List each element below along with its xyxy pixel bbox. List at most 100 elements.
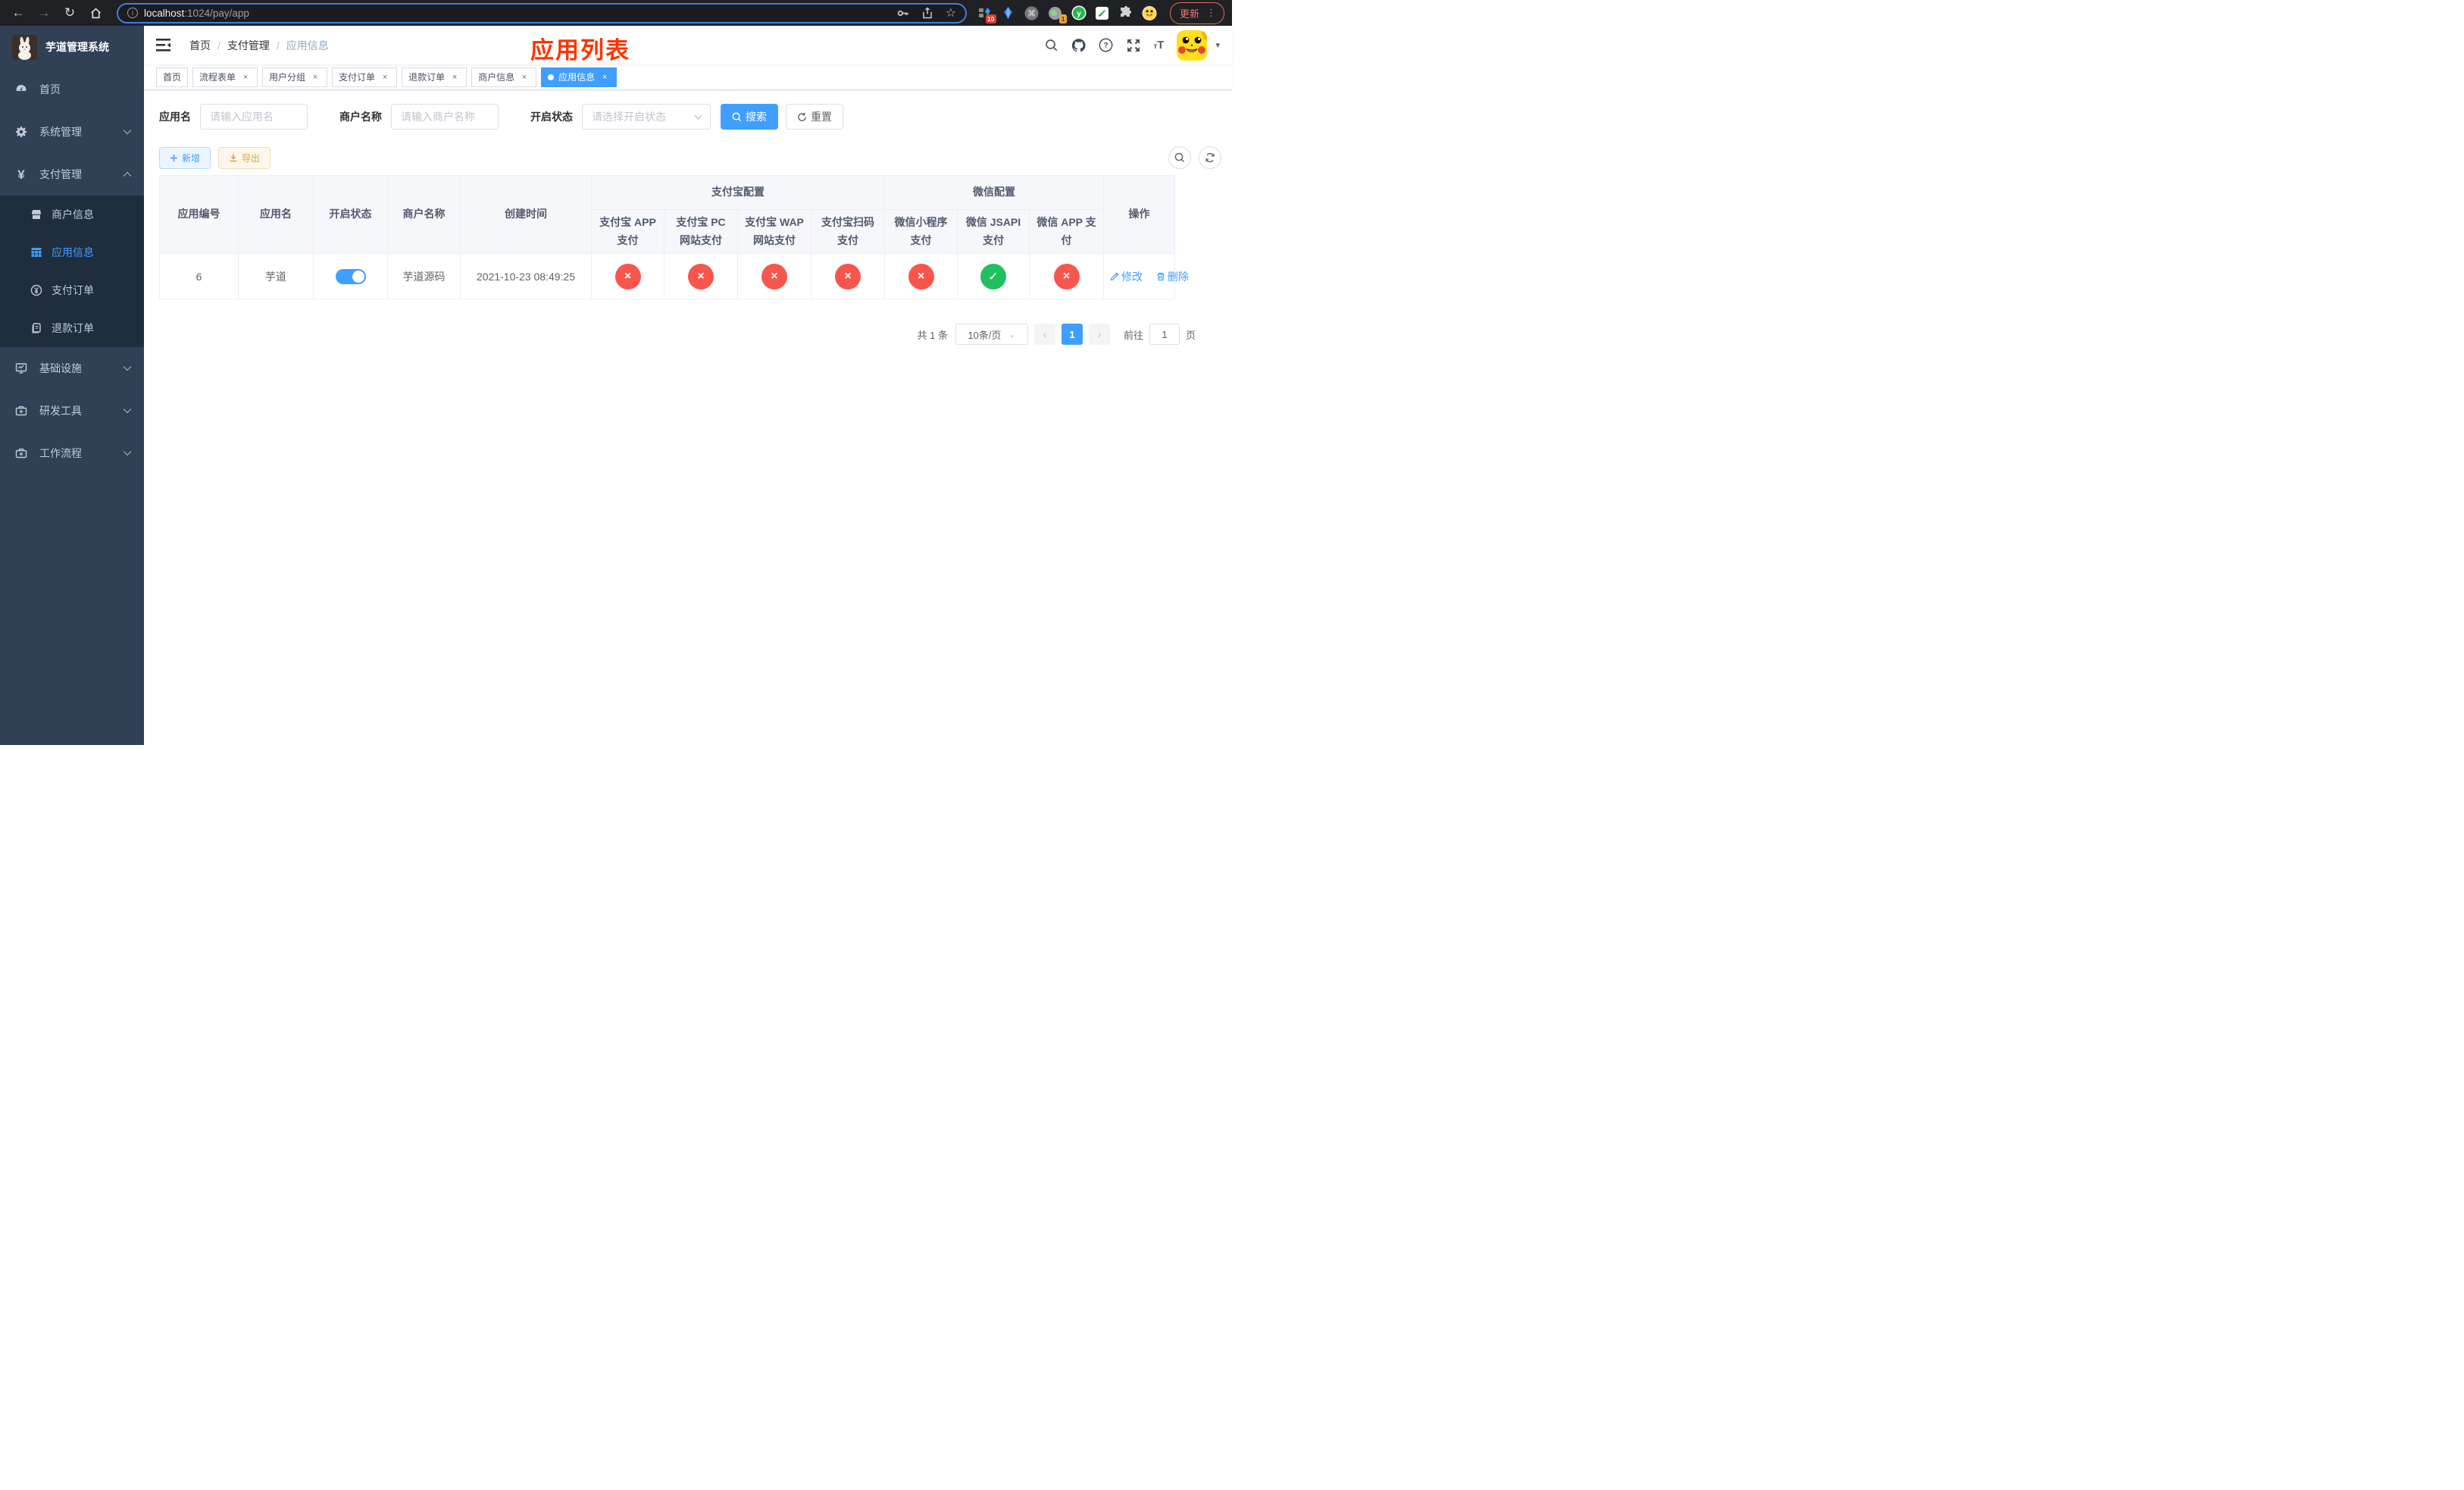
cell-created: 2021-10-23 08:49:25 xyxy=(461,254,592,299)
table-toolbar: 新增 导出 xyxy=(159,146,1217,169)
close-icon[interactable]: × xyxy=(310,72,321,83)
menu-item-label: 首页 xyxy=(39,82,132,97)
github-icon[interactable] xyxy=(1071,38,1086,52)
close-icon[interactable]: × xyxy=(240,72,251,83)
breadcrumb: 首页/支付管理/应用信息 xyxy=(189,38,329,53)
close-icon[interactable]: × xyxy=(449,72,460,83)
sidebar-logo-row[interactable]: 芋道管理系统 xyxy=(0,26,144,68)
extension-session-icon[interactable]: 1 xyxy=(1048,5,1063,20)
sidebar-subitem-退款订单[interactable]: 退款订单 xyxy=(0,309,144,347)
add-button[interactable]: 新增 xyxy=(159,147,211,169)
status-select[interactable]: 请选择开启状态 xyxy=(582,104,711,130)
sidebar-item-首页[interactable]: 首页 xyxy=(0,68,144,111)
edit-button[interactable]: 修改 xyxy=(1110,269,1143,284)
tab-退款订单[interactable]: 退款订单× xyxy=(402,67,467,87)
active-tab-dot xyxy=(548,74,554,80)
tab-支付订单[interactable]: 支付订单 × xyxy=(332,67,397,87)
sidebar-item-支付管理[interactable]: ¥支付管理 xyxy=(0,153,144,196)
app-name-input[interactable] xyxy=(200,104,308,130)
browser-menu-icon[interactable]: ⋮ xyxy=(1206,7,1216,19)
sidebar-menu: 首页系统管理 ¥支付管理 商户信息应用信息支付订单退款订单 基础设施研发工具工作流… xyxy=(0,68,144,745)
delete-button[interactable]: 删除 xyxy=(1156,269,1189,284)
extensions-puzzle-icon[interactable] xyxy=(1118,5,1134,20)
sidebar-toggle-icon[interactable] xyxy=(156,38,171,53)
sidebar-subitem-支付订单[interactable]: 支付订单 xyxy=(0,271,144,309)
url-bar[interactable]: i localhost:1024/pay/app ☆ xyxy=(117,3,967,23)
tab-应用信息[interactable]: 应用信息× xyxy=(541,67,617,87)
browser-forward-icon[interactable]: → xyxy=(33,2,55,23)
goto-page-input[interactable] xyxy=(1149,324,1180,345)
breadcrumb-item[interactable]: 支付管理 xyxy=(227,38,270,53)
bookmark-star-icon[interactable]: ☆ xyxy=(946,5,956,20)
refresh-table-button[interactable] xyxy=(1199,146,1221,169)
show-search-button[interactable] xyxy=(1168,146,1191,169)
extension-y-icon[interactable]: y xyxy=(1071,5,1087,20)
browser-update-button[interactable]: 更新 ⋮ xyxy=(1170,2,1224,24)
plus-icon xyxy=(170,154,178,162)
extension-command-icon[interactable]: ⌘ xyxy=(1024,5,1040,20)
page-size-select[interactable]: 10条/页 ⌄ xyxy=(955,324,1028,345)
sidebar-item-系统管理[interactable]: 系统管理 xyxy=(0,111,144,153)
col-wechat-mini: 微信小程序支付 xyxy=(885,210,958,254)
tab-用户分组[interactable]: 用户分组× xyxy=(262,67,327,87)
fullscreen-icon[interactable] xyxy=(1126,38,1140,52)
chevron-down-icon xyxy=(694,114,702,120)
tab-流程表单[interactable]: 流程表单× xyxy=(192,67,258,87)
sidebar-item-工作流程[interactable]: 工作流程 xyxy=(0,432,144,474)
site-info-icon[interactable]: i xyxy=(127,8,138,18)
menu-item-label: 系统管理 xyxy=(39,124,123,139)
sidebar-subitem-应用信息[interactable]: 应用信息 xyxy=(0,233,144,271)
menu-item-label: 支付订单 xyxy=(52,283,132,298)
status-toggle[interactable] xyxy=(336,269,366,284)
wechat-jsapi-status-icon: ✓ xyxy=(980,264,1006,290)
refresh-icon xyxy=(797,112,807,122)
sidebar-item-研发工具[interactable]: 研发工具 xyxy=(0,390,144,432)
password-key-icon[interactable] xyxy=(896,7,909,20)
browser-reload-icon[interactable]: ↻ xyxy=(59,2,80,23)
col-wechat-jsapi: 微信 JSAPI 支付 xyxy=(958,210,1030,254)
menu-item-label: 退款订单 xyxy=(52,321,132,336)
merchant-name-label: 商户名称 xyxy=(339,109,382,124)
close-icon[interactable]: × xyxy=(519,72,530,83)
close-icon[interactable]: × xyxy=(599,72,610,83)
reset-button[interactable]: 重置 xyxy=(786,104,843,130)
sidebar-item-基础设施[interactable]: 基础设施 xyxy=(0,347,144,390)
app-table: 应用编号 应用名 开启状态 商户名称 创建时间 支付宝配置 微信配置 操作 支付… xyxy=(159,175,1217,299)
extension-gem-icon[interactable] xyxy=(1001,5,1016,20)
col-merchant: 商户名称 xyxy=(388,176,461,254)
browser-home-icon[interactable] xyxy=(85,2,106,23)
close-icon[interactable]: × xyxy=(380,72,390,83)
alipay-app-status-icon: × xyxy=(615,264,641,290)
sidebar-subitem-商户信息[interactable]: 商户信息 xyxy=(0,196,144,233)
goto-label: 前往 xyxy=(1124,327,1143,342)
doc-icon xyxy=(30,322,42,334)
merchant-name-input[interactable] xyxy=(391,104,499,130)
page-number-button[interactable]: 1 xyxy=(1062,324,1083,345)
next-page-button[interactable]: › xyxy=(1089,324,1110,345)
share-icon[interactable] xyxy=(921,7,933,19)
breadcrumb-item[interactable]: 首页 xyxy=(189,38,211,53)
export-button[interactable]: 导出 xyxy=(218,147,270,169)
profile-emoji-icon[interactable] xyxy=(1142,5,1157,20)
tab-label: 支付订单 xyxy=(339,70,375,83)
browser-back-icon[interactable]: ← xyxy=(8,2,29,23)
user-avatar[interactable] xyxy=(1177,30,1207,61)
prev-page-button[interactable]: ‹ xyxy=(1034,324,1055,345)
tags-view-bar: 首页流程表单×用户分组×支付订单×退款订单×商户信息×应用信息× xyxy=(144,64,1232,90)
font-size-icon[interactable]: тT xyxy=(1153,39,1164,52)
yen-icon: ¥ xyxy=(15,168,27,180)
extension-blocks-icon[interactable]: 10 xyxy=(977,5,993,20)
avatar-caret-icon[interactable]: ▾ xyxy=(1215,40,1220,50)
help-icon[interactable]: ? xyxy=(1099,38,1113,52)
update-label: 更新 xyxy=(1180,6,1199,20)
extension-chat-icon[interactable] xyxy=(1095,5,1110,20)
svg-text:?: ? xyxy=(1104,42,1108,50)
page-title: 应用列表 xyxy=(530,31,630,65)
header-search-icon[interactable] xyxy=(1044,38,1058,52)
tab-首页[interactable]: 首页 xyxy=(156,67,188,87)
gear-icon xyxy=(15,126,27,138)
chevron-down-icon xyxy=(123,365,132,371)
tab-商户信息[interactable]: 商户信息× xyxy=(471,67,536,87)
search-button[interactable]: 搜索 xyxy=(721,104,778,130)
search-icon xyxy=(1174,152,1185,163)
